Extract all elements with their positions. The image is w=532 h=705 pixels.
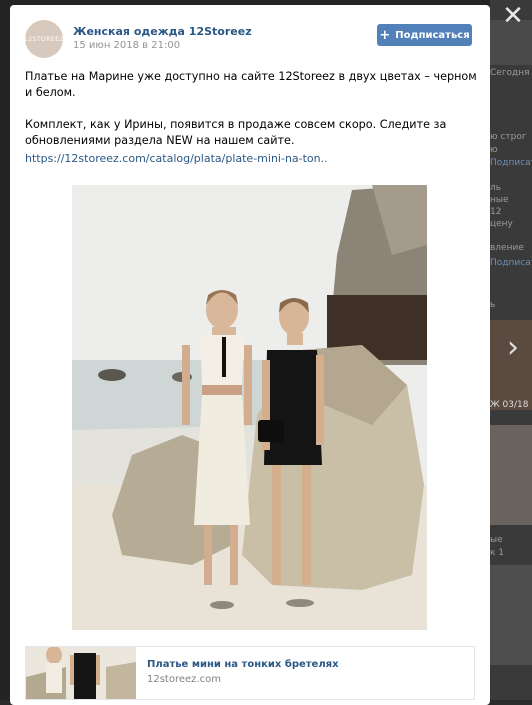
background-text: ю строг [490,132,527,142]
subscribe-label: Подписаться [395,29,470,41]
next-arrow-icon[interactable]: › [500,328,526,368]
post-paragraph: Комплект, как у Ирины, появится в продаж… [25,118,447,147]
background-text: ю [490,145,498,155]
group-name-link[interactable]: Женская одежда 12Storeez [73,25,252,38]
avatar-logo-text: 12STOREEZ [23,35,65,43]
snippet-domain: 12storeez.com [147,674,221,685]
close-icon[interactable]: ✕ [500,3,526,29]
beach-photo-illustration [72,185,427,630]
post-photo[interactable] [72,185,427,630]
background-text: вление [490,243,524,253]
background-text: Ж 03/18 [490,400,529,410]
link-snippet[interactable]: Платье мини на тонких бретелях 12storeez… [25,646,475,700]
background-thumb [490,565,532,665]
plus-icon: + [379,27,391,43]
snippet-title[interactable]: Платье мини на тонких бретелях [147,659,339,670]
avatar[interactable]: 12STOREEZ [23,20,65,58]
background-text: к 1 [490,548,505,558]
background-text: ые [490,535,503,545]
background-text: цену [490,219,513,229]
background-thumb [490,425,532,525]
background-text: 12 [490,207,502,217]
post-text: Платье на Марине уже доступно на сайте 1… [25,69,477,149]
background-text: Подписат [490,158,532,168]
background-text: ь [490,300,496,310]
post-paragraph: Платье на Марине уже доступно на сайте 1… [25,70,477,99]
background-text: Подписат [490,258,532,268]
snippet-photo-illustration [26,647,136,699]
background-text: ные [490,195,509,205]
post-link[interactable]: https://12storeez.com/catalog/plata/plat… [25,152,328,165]
subscribe-button[interactable]: + Подписаться [377,24,472,46]
snippet-image[interactable] [26,647,136,699]
background-text: ль [490,183,502,193]
background-text: Сегодня [490,68,530,78]
post-date[interactable]: 15 июн 2018 в 21:00 [73,40,180,51]
post-modal: 12STOREEZ Женская одежда 12Storeez 15 ию… [10,5,490,705]
